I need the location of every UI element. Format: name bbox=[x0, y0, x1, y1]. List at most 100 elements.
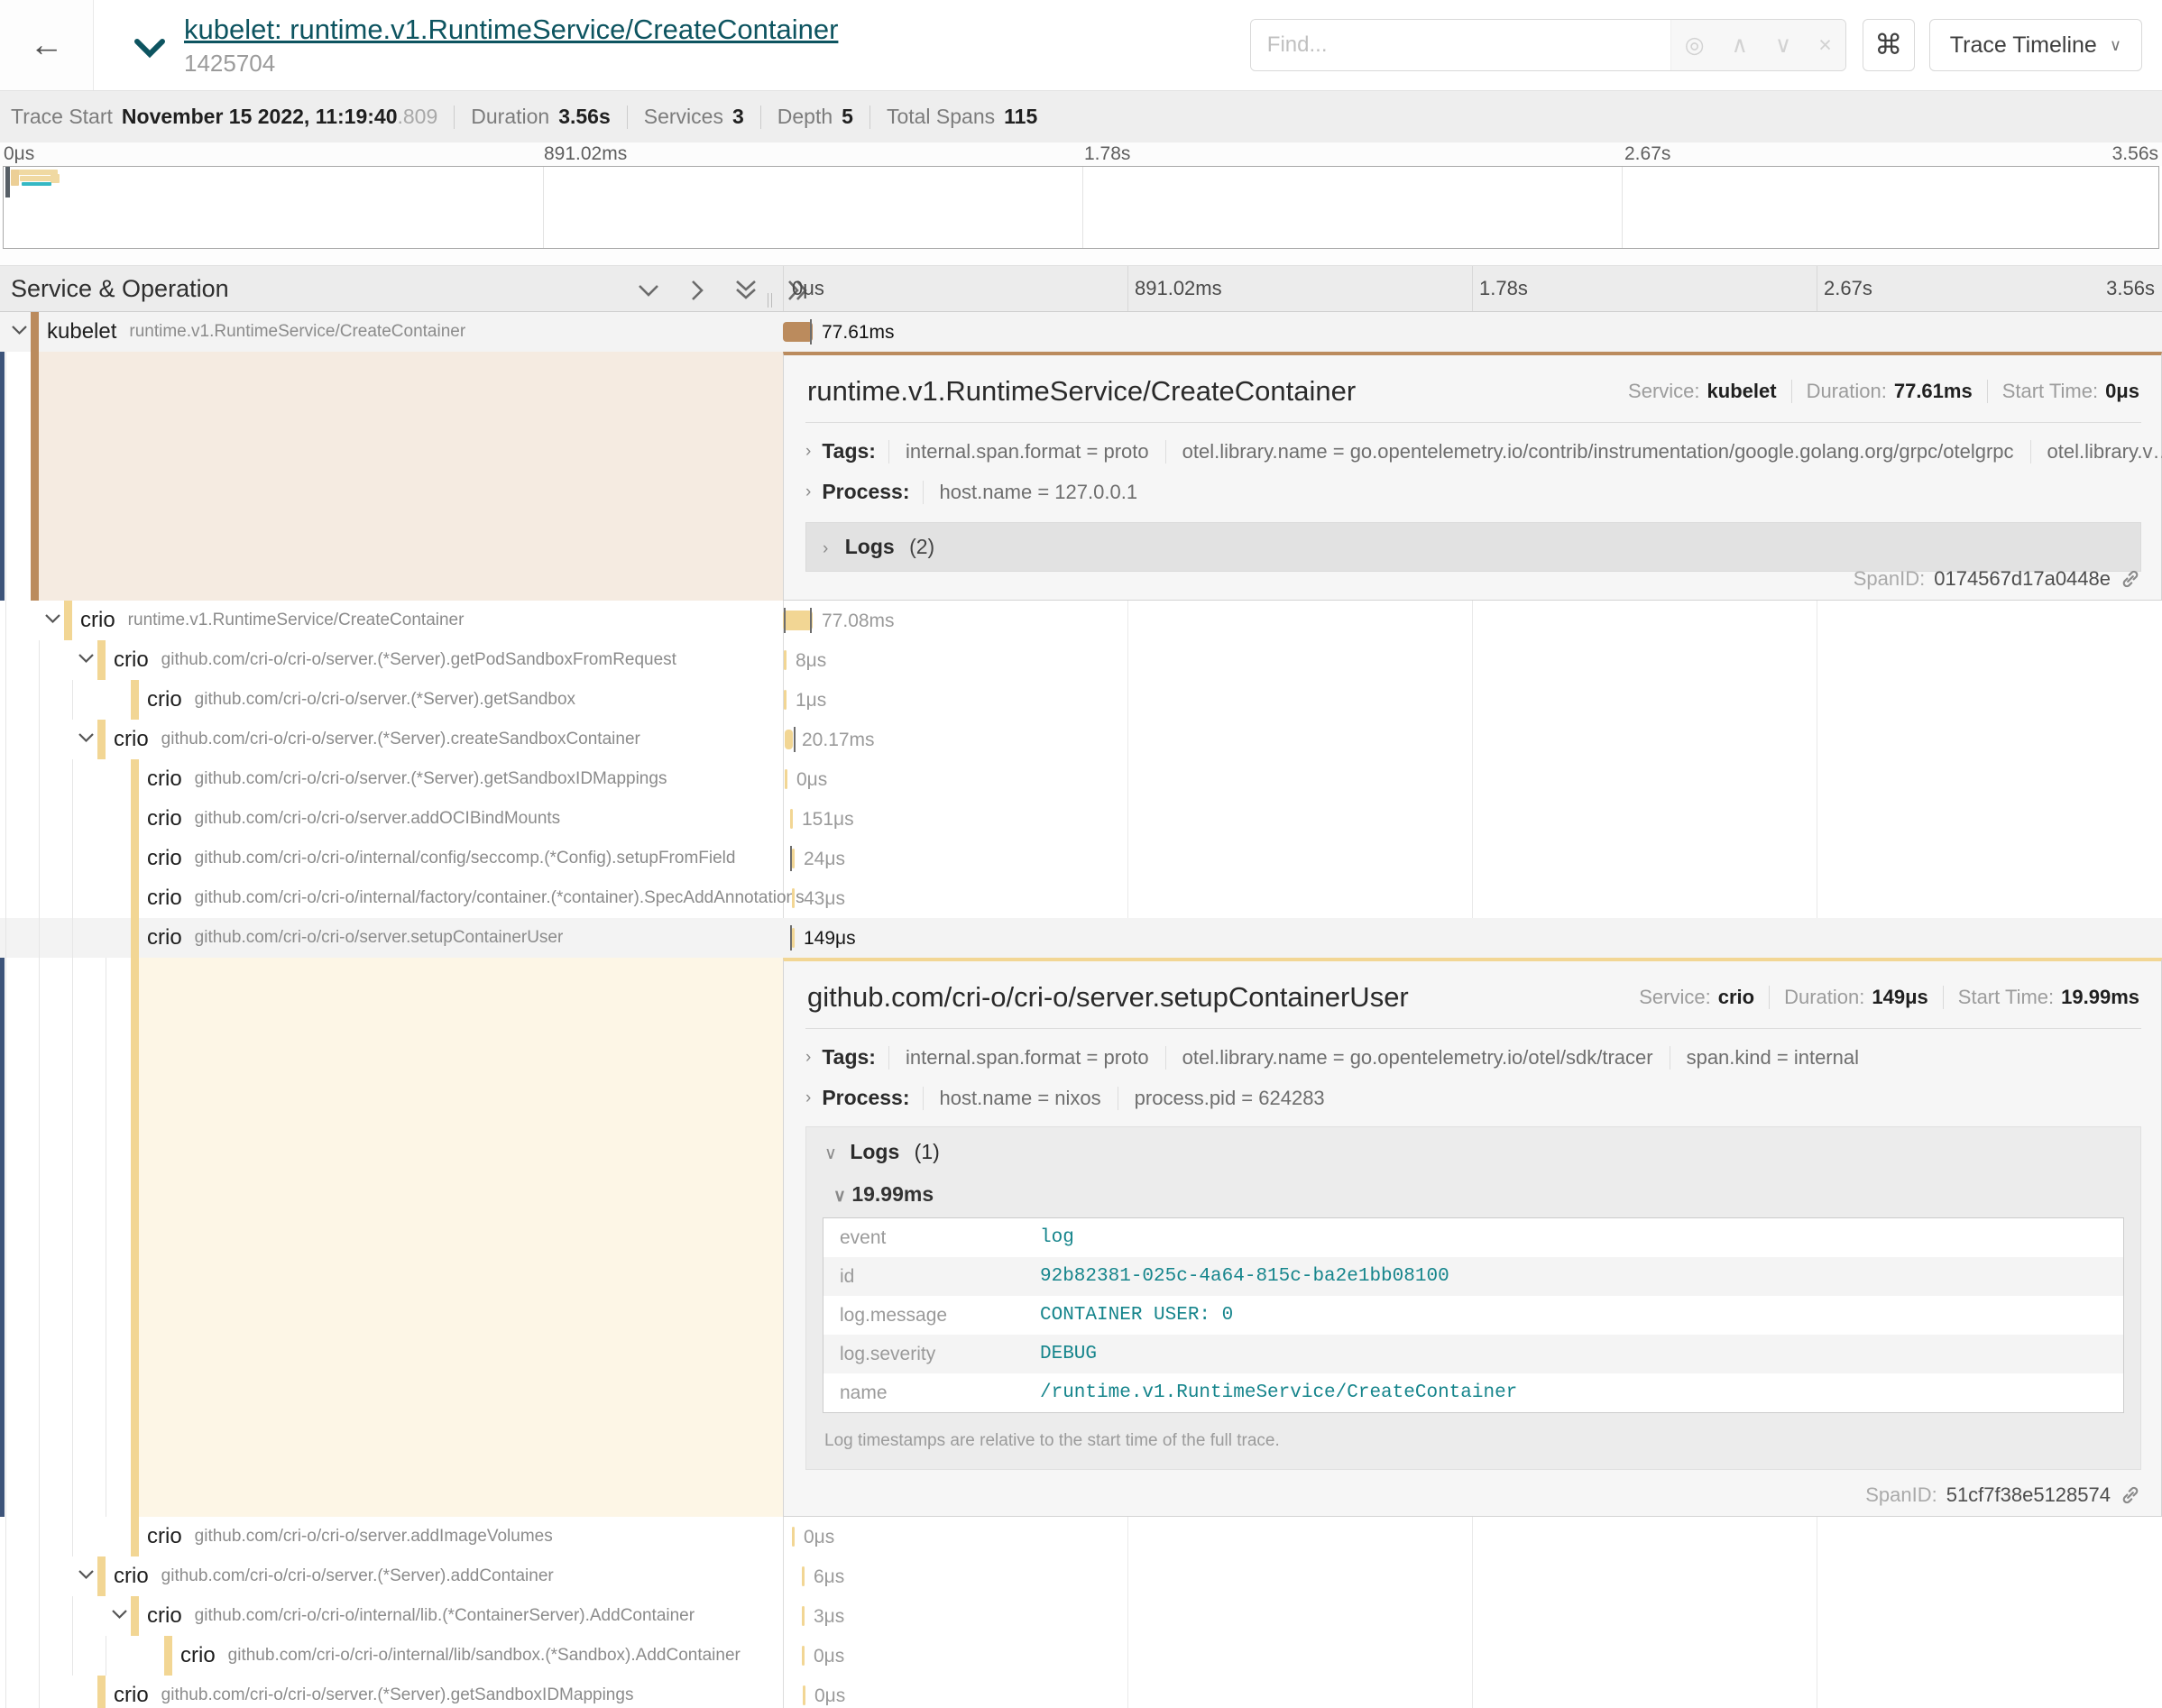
span-name-column[interactable]: criogithub.com/cri-o/cri-o/server.(*Serv… bbox=[114, 1556, 554, 1596]
locate-span-icon[interactable]: ◎ bbox=[1685, 32, 1705, 59]
span-name-column[interactable]: criogithub.com/cri-o/cri-o/server.(*Serv… bbox=[114, 720, 640, 759]
span-row[interactable]: criogithub.com/cri-o/cri-o/server.(*Serv… bbox=[0, 720, 2162, 759]
span-boundary-mark bbox=[794, 727, 796, 752]
span-row[interactable]: criogithub.com/cri-o/cri-o/server.(*Serv… bbox=[0, 1556, 2162, 1596]
chevron-down-icon[interactable] bbox=[44, 612, 61, 629]
link-icon[interactable] bbox=[2120, 568, 2141, 590]
span-rows-area: kubeletruntime.v1.RuntimeService/CreateC… bbox=[0, 312, 2162, 1708]
clear-find-icon[interactable]: × bbox=[1818, 32, 1832, 59]
span-name-column[interactable]: kubeletruntime.v1.RuntimeService/CreateC… bbox=[47, 312, 465, 352]
find-input[interactable] bbox=[1251, 20, 1670, 70]
depth-value: 5 bbox=[842, 105, 853, 129]
minimap-time-labels: 0μs 891.02ms 1.78s 2.67s 3.56s bbox=[0, 142, 2162, 166]
span-row[interactable]: kubeletruntime.v1.RuntimeService/CreateC… bbox=[0, 312, 2162, 352]
span-row[interactable]: criogithub.com/cri-o/cri-o/internal/lib/… bbox=[0, 1636, 2162, 1676]
log-field-row: log.message CONTAINER USER: 0 bbox=[823, 1296, 2123, 1335]
service-color-bar bbox=[164, 1636, 172, 1676]
indent-guide bbox=[5, 918, 6, 958]
span-row[interactable]: crioruntime.v1.RuntimeService/CreateCont… bbox=[0, 601, 2162, 640]
collapse-all-icon[interactable] bbox=[734, 279, 758, 302]
span-service-name: crio bbox=[147, 1524, 182, 1549]
indent-guide bbox=[5, 1596, 6, 1636]
logs-toggle-collapsed[interactable]: › Logs (2) bbox=[805, 522, 2141, 572]
span-name-column[interactable]: criogithub.com/cri-o/cri-o/server.addOCI… bbox=[147, 799, 560, 839]
span-duration-bar[interactable] bbox=[790, 809, 793, 829]
span-duration-bar[interactable] bbox=[792, 849, 795, 868]
process-item: process.pid = 624283 bbox=[1118, 1087, 1341, 1110]
link-icon[interactable] bbox=[2120, 1484, 2141, 1506]
chevron-down-icon[interactable] bbox=[78, 652, 95, 668]
log-entry-toggle[interactable]: ∨ 19.99ms bbox=[821, 1177, 2126, 1217]
chevron-down-icon[interactable] bbox=[111, 1608, 128, 1624]
span-duration-bar[interactable] bbox=[802, 1646, 805, 1666]
span-name-column[interactable]: criogithub.com/cri-o/cri-o/internal/lib.… bbox=[147, 1596, 695, 1636]
logs-toggle-expanded[interactable]: ∨ Logs (1) bbox=[821, 1127, 2126, 1177]
span-name-column[interactable]: criogithub.com/cri-o/cri-o/server.(*Serv… bbox=[114, 1676, 633, 1708]
collapse-trace-chevron-icon[interactable] bbox=[133, 37, 166, 63]
span-name-column[interactable]: criogithub.com/cri-o/cri-o/server.(*Serv… bbox=[114, 640, 676, 680]
span-row[interactable]: crio github.com/cri-o/cri-o/server.addIma… bbox=[0, 1517, 2162, 1556]
expand-one-icon[interactable] bbox=[689, 279, 705, 302]
service-color-bar bbox=[31, 312, 39, 352]
tags-row[interactable]: › Tags: internal.span.format = proto ote… bbox=[805, 439, 2141, 464]
minimap-drag-handle[interactable] bbox=[5, 167, 10, 197]
span-row[interactable]: criogithub.com/cri-o/cri-o/server.setupC… bbox=[0, 918, 2162, 958]
span-name-column[interactable]: criogithub.com/cri-o/cri-o/server.(*Serv… bbox=[147, 759, 667, 799]
span-detail-setupcontaineruser: github.com/cri-o/cri-o/server.setupConta… bbox=[0, 958, 2162, 1517]
trace-title-link[interactable]: kubelet: runtime.v1.RuntimeService/Creat… bbox=[184, 14, 838, 46]
indent-guide bbox=[5, 1676, 6, 1708]
span-row[interactable]: criogithub.com/cri-o/cri-o/server.(*Serv… bbox=[0, 640, 2162, 680]
find-prev-icon[interactable]: ∧ bbox=[1732, 32, 1748, 59]
span-duration-bar[interactable] bbox=[783, 611, 813, 630]
trace-id: 1425704 bbox=[184, 50, 838, 78]
log-field-key: log.message bbox=[823, 1305, 1040, 1327]
span-row[interactable]: criogithub.com/cri-o/cri-o/server.addOCI… bbox=[0, 799, 2162, 839]
chevron-down-icon[interactable] bbox=[78, 731, 95, 748]
collapse-one-icon[interactable] bbox=[637, 282, 660, 298]
trace-minimap[interactable] bbox=[3, 166, 2159, 249]
span-duration-bar[interactable] bbox=[792, 888, 795, 908]
span-duration-bar[interactable] bbox=[803, 1685, 805, 1705]
span-row[interactable]: criogithub.com/cri-o/cri-o/internal/conf… bbox=[0, 839, 2162, 878]
span-name-column[interactable]: criogithub.com/cri-o/cri-o/internal/conf… bbox=[147, 839, 735, 878]
process-row[interactable]: › Process: host.name = 127.0.0.1 bbox=[805, 480, 2141, 504]
span-duration-bar[interactable] bbox=[785, 730, 793, 749]
span-name-column[interactable]: criogithub.com/cri-o/cri-o/internal/lib/… bbox=[180, 1636, 741, 1676]
span-duration-bar[interactable] bbox=[802, 1566, 805, 1586]
span-duration-bar[interactable] bbox=[792, 1527, 795, 1547]
span-row[interactable]: criogithub.com/cri-o/cri-o/server.(*Serv… bbox=[0, 759, 2162, 799]
service-color-bar bbox=[97, 720, 106, 759]
trace-view-selector[interactable]: Trace Timeline ∨ bbox=[1929, 19, 2142, 71]
span-service-name: crio bbox=[147, 687, 182, 712]
span-row[interactable]: criogithub.com/cri-o/cri-o/internal/lib.… bbox=[0, 1596, 2162, 1636]
span-name-column[interactable]: criogithub.com/cri-o/cri-o/server.(*Serv… bbox=[147, 680, 575, 720]
tags-row[interactable]: › Tags: internal.span.format = proto ote… bbox=[805, 1045, 2141, 1070]
find-next-icon[interactable]: ∨ bbox=[1775, 32, 1791, 59]
span-operation-name: github.com/cri-o/cri-o/server.addImageVo… bbox=[195, 1527, 553, 1547]
span-service-name: crio bbox=[114, 1564, 149, 1589]
column-resize-grip[interactable] bbox=[768, 293, 772, 308]
log-field-row: event log bbox=[823, 1218, 2123, 1257]
span-row[interactable]: criogithub.com/cri-o/cri-o/server.(*Serv… bbox=[0, 680, 2162, 720]
span-name-column[interactable]: criogithub.com/cri-o/cri-o/server.setupC… bbox=[147, 918, 563, 958]
span-duration-bar[interactable] bbox=[784, 690, 787, 710]
span-duration-bar[interactable] bbox=[785, 769, 787, 789]
keyboard-shortcuts-button[interactable]: ⌘ bbox=[1863, 19, 1915, 71]
indent-guide bbox=[39, 1517, 40, 1556]
span-row[interactable]: criogithub.com/cri-o/cri-o/server.(*Serv… bbox=[0, 1676, 2162, 1708]
span-name-column[interactable]: criogithub.com/cri-o/cri-o/internal/fact… bbox=[147, 878, 805, 918]
chevron-down-icon[interactable] bbox=[78, 1568, 95, 1584]
chevron-down-icon[interactable] bbox=[11, 324, 28, 340]
span-row[interactable]: criogithub.com/cri-o/cri-o/internal/fact… bbox=[0, 878, 2162, 918]
span-name-column[interactable]: crio github.com/cri-o/cri-o/server.addIma… bbox=[147, 1517, 553, 1556]
span-duration-bar[interactable] bbox=[783, 322, 813, 342]
span-operation-name: github.com/cri-o/cri-o/server.setupConta… bbox=[195, 928, 564, 948]
span-duration-bar[interactable] bbox=[802, 1606, 805, 1626]
indent-guide bbox=[5, 958, 6, 1517]
span-duration-bar[interactable] bbox=[784, 650, 787, 670]
process-row[interactable]: › Process: host.name = nixos process.pid… bbox=[805, 1086, 2141, 1110]
span-name-column[interactable]: crioruntime.v1.RuntimeService/CreateCont… bbox=[80, 601, 464, 640]
span-duration-bar[interactable] bbox=[792, 928, 795, 948]
back-button[interactable]: ← bbox=[0, 0, 94, 90]
service-color-bar bbox=[131, 680, 139, 720]
